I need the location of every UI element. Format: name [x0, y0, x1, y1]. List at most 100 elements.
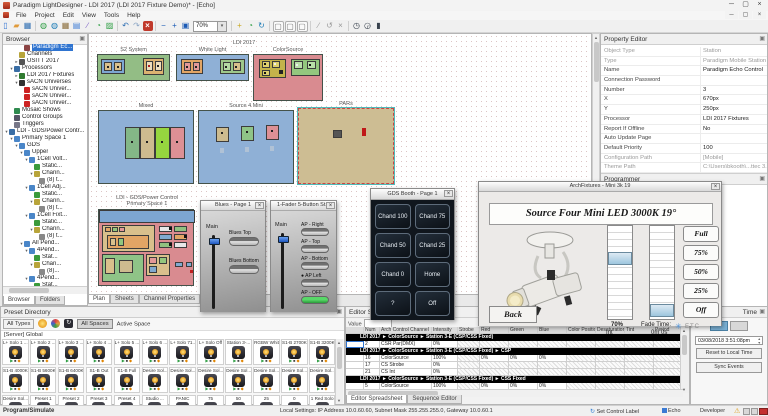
- tree-item[interactable]: ▾1Cell Volt...: [3, 156, 87, 163]
- fixture-box[interactable]: [155, 127, 170, 159]
- fixture-box[interactable]: [170, 127, 185, 159]
- property-value[interactable]: C:\Users\bkooth\...ttec 3.6.1dltheme: [701, 163, 767, 172]
- sheet-cell[interactable]: 21: [364, 369, 380, 376]
- add-station-icon[interactable]: +: [235, 21, 245, 31]
- sync-icon[interactable]: ↻: [257, 21, 267, 31]
- sheet-cell[interactable]: 0%: [432, 362, 458, 369]
- world-icon[interactable]: ◍: [39, 21, 49, 31]
- menu-project[interactable]: Project: [30, 11, 58, 19]
- room-source-4-mini[interactable]: [198, 110, 294, 184]
- tree-item[interactable]: ▾Chan...: [3, 261, 87, 268]
- sheet-cell[interactable]: [567, 362, 596, 369]
- station-button-ap-top[interactable]: [301, 245, 329, 253]
- tree-item[interactable]: Mosaic Shows: [3, 107, 87, 114]
- fixture-box[interactable]: [125, 127, 140, 159]
- sheet-cell[interactable]: [596, 369, 625, 376]
- play-icon[interactable]: ▶: [150, 359, 153, 363]
- edit-icon[interactable]: ◆: [45, 387, 48, 391]
- preset-tile[interactable]: Preset 4▶ ■ ◆: [114, 395, 141, 405]
- sheet-cell[interactable]: [625, 355, 654, 362]
- tree-item[interactable]: ▾Chann...: [3, 170, 87, 177]
- tab-browser[interactable]: Browser: [3, 296, 35, 305]
- fader5-main-fader[interactable]: [281, 233, 284, 309]
- stop-icon[interactable]: ■: [237, 387, 239, 391]
- close-icon[interactable]: ×: [444, 190, 453, 197]
- fixture-box[interactable]: [174, 242, 187, 248]
- world-edit-icon[interactable]: ◍: [50, 21, 60, 31]
- sheet-cell[interactable]: 100%: [432, 355, 458, 362]
- fixture-box[interactable]: [264, 72, 266, 74]
- fader5-window-titlebar[interactable]: 1-Fader 5-Button St... ×: [271, 201, 336, 211]
- column-header[interactable]: Intensity: [432, 327, 458, 334]
- sheet-cell[interactable]: [654, 355, 683, 362]
- stop-icon[interactable]: ■: [154, 359, 156, 363]
- room-mixed[interactable]: [98, 110, 194, 184]
- sheet-cell[interactable]: 0%: [538, 355, 567, 362]
- room-white-light[interactable]: [176, 54, 249, 81]
- sheet-cell[interactable]: [538, 369, 567, 376]
- sheet-group-row[interactable]: LDI 2017 ► ColorSource ► Station 3-E (CS…: [346, 376, 683, 383]
- sheet-cell[interactable]: [596, 341, 625, 348]
- people-icon[interactable]: ◔: [94, 21, 104, 31]
- station-button-ap-bottom[interactable]: [301, 262, 329, 270]
- lock-icon[interactable]: ▮: [374, 21, 384, 31]
- fixture-box[interactable]: [149, 257, 157, 264]
- fixture-box[interactable]: [266, 125, 279, 140]
- zoom-out-icon[interactable]: −: [159, 21, 169, 31]
- reset-local-time-button[interactable]: Reset to Local Time: [696, 348, 762, 359]
- column-header[interactable]: Tint: [625, 327, 654, 334]
- column-header[interactable]: Num: [364, 327, 380, 334]
- stop-icon[interactable]: ■: [126, 387, 128, 391]
- fixture-box[interactable]: [161, 141, 163, 143]
- stop-icon[interactable]: ■: [42, 387, 44, 391]
- sheet-cell[interactable]: [509, 341, 538, 348]
- fixture-box[interactable]: [333, 130, 342, 138]
- sheet-cell[interactable]: [538, 341, 567, 348]
- fixture-box[interactable]: [271, 130, 273, 132]
- preset-tile[interactable]: S1-B 2700K▶ ■ ◆: [281, 339, 308, 365]
- fixture-box[interactable]: [241, 126, 254, 141]
- sheet-cell[interactable]: [567, 341, 596, 348]
- sheet-cell[interactable]: 0%: [480, 355, 509, 362]
- play-icon[interactable]: ▶: [178, 359, 181, 363]
- preset-tile[interactable]: Desire Sol...▶ ■ ◆: [169, 367, 196, 393]
- preset-tile[interactable]: L+ Solo 3 ...▶ ■ ◆: [58, 339, 85, 365]
- fixture-box[interactable]: [296, 64, 298, 66]
- fixture-box[interactable]: [110, 238, 116, 246]
- play-icon[interactable]: ▶: [317, 359, 320, 363]
- tree-item[interactable]: (8) t...: [3, 205, 87, 212]
- edit-icon[interactable]: ◆: [185, 387, 188, 391]
- station-button-blues-top[interactable]: [229, 237, 259, 246]
- fixture-box[interactable]: [105, 227, 111, 232]
- tree-item[interactable]: Stat...: [3, 254, 87, 261]
- column-header[interactable]: Blue: [538, 327, 567, 334]
- tree-item[interactable]: sACN Univer...: [3, 100, 87, 107]
- gds-button-chand-50[interactable]: Chand 50: [375, 233, 411, 258]
- fixture-box[interactable]: [274, 63, 276, 65]
- stop-icon[interactable]: ■: [181, 387, 183, 391]
- sheet-cell[interactable]: CS Int: [380, 369, 432, 376]
- column-header[interactable]: Strobe: [458, 327, 480, 334]
- play-icon[interactable]: ▶: [38, 387, 41, 391]
- preset-tile[interactable]: L+ Solo Off▶ ■ ◆: [197, 339, 224, 365]
- sheet-cell[interactable]: [625, 369, 654, 376]
- blues-main-fader[interactable]: [212, 235, 215, 309]
- fade-time-slider-handle[interactable]: [650, 304, 674, 317]
- tree-item[interactable]: Static...: [3, 163, 87, 170]
- tree-item[interactable]: Static...: [3, 219, 87, 226]
- fixture-box[interactable]: [175, 262, 183, 267]
- tree-item[interactable]: ▾4Pend...: [3, 247, 87, 254]
- clock-1-icon[interactable]: ◷: [352, 21, 362, 31]
- play-icon[interactable]: ▶: [10, 359, 13, 363]
- fixture-box[interactable]: [149, 266, 157, 273]
- play-icon[interactable]: ▶: [94, 387, 97, 391]
- sheet-cell[interactable]: [567, 355, 596, 362]
- edit-icon[interactable]: ◆: [73, 387, 76, 391]
- preset-tile[interactable]: Preset 2▶ ■ ◆: [58, 395, 85, 405]
- sheet-cell[interactable]: [509, 362, 538, 369]
- tab-plan[interactable]: Plan: [88, 295, 110, 304]
- station-button-blues-bottom[interactable]: [229, 265, 259, 274]
- tree-item[interactable]: ▾Primary Space 1: [3, 135, 87, 142]
- play-icon[interactable]: ▶: [261, 359, 264, 363]
- level-button-off[interactable]: Off: [683, 302, 719, 318]
